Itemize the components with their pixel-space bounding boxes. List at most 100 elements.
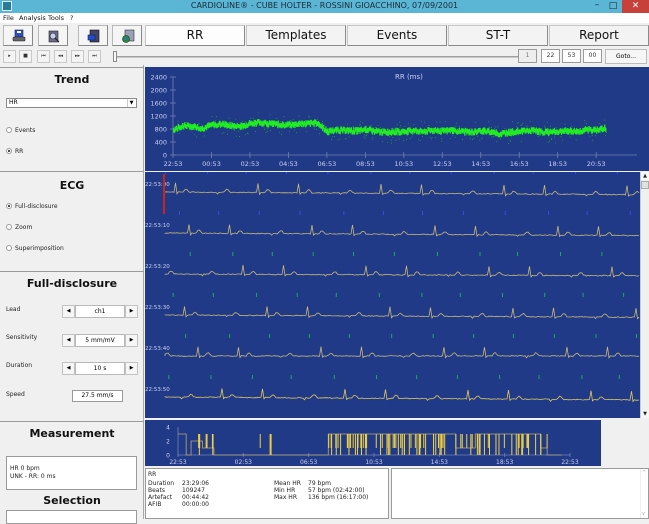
close-button[interactable]: ✕	[622, 0, 649, 13]
duration-value: 10 s	[75, 362, 125, 375]
last-button[interactable]: ⏭	[88, 50, 101, 63]
notes-area[interactable]: ^ v	[391, 468, 649, 519]
second-field[interactable]: 00	[583, 49, 602, 63]
selection-box[interactable]	[6, 510, 137, 524]
rr-outlier-point	[395, 140, 397, 141]
ecg-radio-superimposition[interactable]: Superimposition	[6, 245, 64, 252]
rr-outlier-point	[473, 138, 475, 139]
minute-field[interactable]: 53	[562, 49, 581, 63]
maximize-button[interactable]: □	[606, 0, 620, 13]
rr-outlier-point	[283, 116, 285, 118]
sensitivity-next-button[interactable]: ▶	[125, 334, 138, 347]
rr-point	[569, 127, 572, 132]
ecg-scrollbar[interactable]: ▲ ▼	[640, 172, 649, 418]
rr-outlier-point	[380, 126, 382, 128]
tab-events[interactable]: Events	[347, 25, 447, 46]
acquire-button[interactable]	[78, 25, 108, 46]
rr-outlier-point	[263, 127, 265, 129]
stop-button[interactable]: ■	[19, 50, 32, 63]
scroll-thumb[interactable]	[641, 181, 649, 189]
duration-next-button[interactable]: ▶	[125, 362, 138, 375]
sensitivity-prev-button[interactable]: ◀	[62, 334, 75, 347]
radio-label: RR	[15, 148, 24, 155]
rr-outlier-point	[394, 128, 396, 130]
lead-prev-button[interactable]: ◀	[62, 305, 75, 318]
rr-outlier-point	[564, 123, 566, 125]
scroll-up-icon[interactable]: ▲	[641, 172, 649, 180]
rr-outlier-point	[273, 125, 275, 127]
goto-button[interactable]: Goto...	[605, 49, 647, 64]
notes-scrollbar[interactable]: ^ v	[640, 469, 648, 518]
menu-file[interactable]: File	[3, 14, 14, 22]
rr-point	[355, 127, 357, 132]
trend-radio-rr[interactable]: RR	[6, 148, 23, 155]
rewind-button[interactable]: ◂◂	[54, 50, 67, 63]
save-button[interactable]	[3, 25, 33, 46]
scroll-down-icon[interactable]: v	[642, 511, 645, 517]
trend-heading: Trend	[54, 73, 90, 86]
rr-outlier-point	[554, 136, 555, 138]
rr-outlier-point	[400, 125, 401, 127]
x-tick-label: 18:53	[548, 160, 567, 168]
radio-icon	[6, 127, 12, 133]
lead-next-button[interactable]: ▶	[125, 305, 138, 318]
menu-tools[interactable]: Tools	[48, 14, 64, 22]
tab-report[interactable]: Report	[549, 25, 649, 46]
play-button[interactable]: ▸	[3, 50, 16, 63]
timeline-slider-thumb[interactable]	[113, 51, 117, 62]
rr-outlier-point	[551, 138, 552, 140]
rr-trend-chart[interactable]: RR (ms) 0 400 800 1200 1600 2000 2400 22:53 00:5…	[145, 67, 649, 171]
rr-outlier-point	[562, 139, 564, 141]
x-tick-label: 22:53	[169, 459, 186, 466]
rr-outlier-point	[318, 127, 320, 129]
rr-outlier-point	[364, 137, 366, 139]
day-field: 1	[518, 49, 537, 63]
x-tick-label: 22:53	[164, 160, 183, 168]
rr-outlier-point	[453, 127, 455, 129]
rr-point	[511, 131, 513, 136]
rr-outlier-point	[500, 138, 502, 140]
tab-st-t[interactable]: ST-T	[448, 25, 548, 46]
forward-button[interactable]: ▸▸	[71, 50, 84, 63]
sensitivity-label: Sensitivity	[6, 334, 38, 341]
menu-help[interactable]: ?	[70, 14, 73, 22]
open-search-button[interactable]	[38, 25, 68, 46]
menu-analysis[interactable]: Analysis	[19, 14, 46, 22]
rr-outlier-point	[549, 140, 550, 142]
chevron-down-icon[interactable]: ▼	[127, 99, 135, 107]
rr-point	[605, 128, 607, 133]
tab-templates[interactable]: Templates	[246, 25, 346, 46]
ecg-trace	[164, 264, 640, 278]
tab-rr[interactable]: RR	[145, 25, 245, 46]
rr-outlier-point	[522, 123, 524, 124]
rr-outlier-point	[489, 126, 491, 128]
trend-select[interactable]: HR ▼	[6, 98, 137, 108]
first-button[interactable]: ⏮	[37, 50, 50, 63]
full-disclosure-heading: Full-disclosure	[26, 277, 118, 290]
rr-outlier-point	[393, 128, 395, 130]
trend-radio-events[interactable]: Events	[6, 127, 35, 134]
ecg-trace	[164, 224, 640, 238]
web-export-button[interactable]	[112, 25, 142, 46]
y-tick-label: 800	[155, 126, 167, 134]
rr-outlier-point	[221, 133, 223, 135]
duration-prev-button[interactable]: ◀	[62, 362, 75, 375]
ecg-full-disclosure-view[interactable]: 22:53:00 22:53:10 22:53:20 22:53:30 22:53:40…	[145, 170, 644, 418]
rr-outlier-point	[465, 134, 467, 136]
ecg-radio-zoom[interactable]: Zoom	[6, 224, 32, 231]
strip-time-label: 22:53:30	[145, 305, 170, 311]
timeline-slider-track[interactable]	[114, 56, 519, 58]
full-disclosure-section: Full-disclosure Lead ◀ ch1 ▶ Sensitivity…	[0, 271, 144, 421]
hour-field[interactable]: 22	[541, 49, 560, 63]
rr-outlier-point	[535, 133, 537, 135]
scroll-up-icon[interactable]: ^	[642, 470, 646, 476]
scroll-down-icon[interactable]: ▼	[641, 410, 649, 418]
rr-outlier-point	[584, 120, 585, 122]
rr-outlier-point	[185, 122, 187, 123]
rr-outlier-point	[176, 126, 178, 128]
stat-value: 136 bpm (16:17:00)	[308, 494, 369, 501]
rr-outlier-point	[239, 136, 241, 137]
ecg-radio-full-disclosure[interactable]: Full-disclosure	[6, 203, 58, 210]
minimize-button[interactable]: –	[590, 0, 604, 13]
events-trend-chart[interactable]: 0 2 4 22:53 02:53 06:53 10:53 14:53 18:53 22:53	[145, 420, 601, 466]
